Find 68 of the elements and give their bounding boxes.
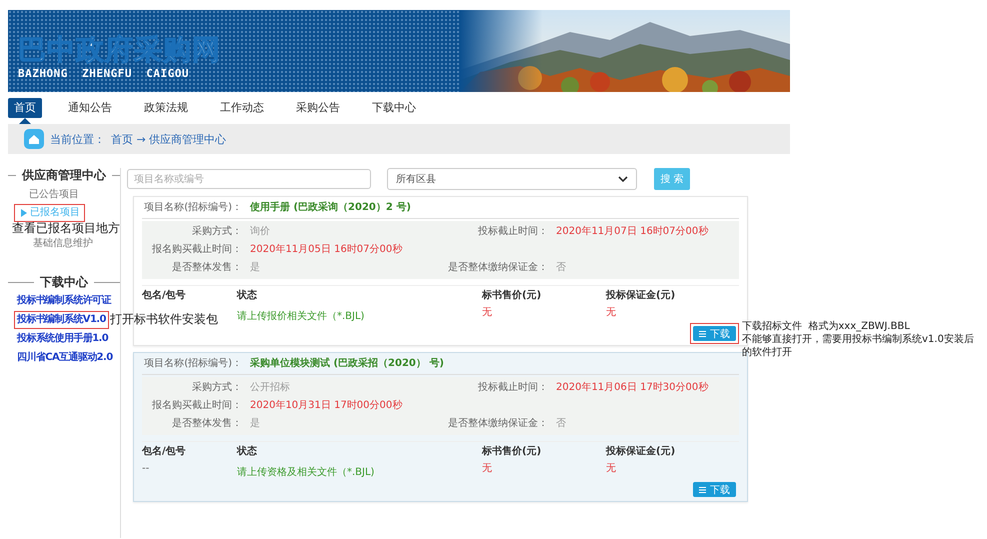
region-dropdown[interactable]: 所有区县	[387, 168, 637, 190]
field-label: 是否整体发售：	[171, 262, 242, 274]
field-value: 2020年11月07日 16时07分00秒	[556, 226, 710, 238]
annotation-text: 查看已报名项目地方	[11, 222, 120, 235]
field-value: 否	[556, 262, 567, 274]
project-name[interactable]: 采购单位模块测试 (巴政采招（2020） 号)	[250, 358, 739, 370]
field-value: 询价	[250, 226, 271, 238]
annotation-text: 下载招标文件 格式为xxx_ZBWJ.BBL	[742, 320, 911, 333]
field-label: 投标截止时间：	[477, 382, 548, 394]
field-value: 2020年11月05日 16时07分00秒	[250, 244, 404, 256]
field-label: 采购方式：	[191, 226, 242, 238]
chevron-down-icon	[618, 176, 628, 182]
sidebar-item[interactable]: 基础信息维护	[8, 235, 98, 253]
section-title: 下载中心	[40, 275, 88, 289]
field-label: 是否整体缴纳保证金：	[447, 418, 548, 430]
column-header: 包名/包号	[142, 290, 187, 302]
status-text: 请上传报价相关文件（*.BJL)	[237, 310, 366, 323]
location-label: 当前位置：	[50, 132, 105, 146]
nav-tab[interactable]: 通知公告	[62, 98, 118, 118]
project-name[interactable]: 使用手册 (巴政采询（2020）2 号)	[250, 202, 739, 214]
field-label: 报名购买截止时间：	[151, 400, 242, 412]
download-link[interactable]: 投标系统使用手册1.0	[14, 330, 112, 348]
nav-tab[interactable]: 政策法规	[138, 98, 194, 118]
field-label: 项目名称(招标编号)：	[143, 358, 242, 370]
home-icon	[24, 129, 44, 149]
column-header: 包名/包号	[142, 446, 187, 458]
field-value: 2020年10月31日 17时00分00秒	[250, 400, 404, 412]
section-title: 供应商管理中心	[22, 168, 106, 182]
field-label: 报名购买截止时间：	[151, 244, 242, 256]
field-label: 采购方式：	[191, 382, 242, 394]
breadcrumb-path[interactable]: 首页 → 供应商管理中心	[111, 132, 226, 146]
site-subtitle: BAZHONG ZHENGFU CAIGOU	[18, 66, 190, 80]
field-value: 否	[556, 418, 567, 430]
list-icon	[699, 486, 706, 492]
field-label: 项目名称(招标编号)：	[143, 202, 242, 214]
field-value: 公开招标	[250, 382, 291, 394]
table-cell-text: 无	[606, 307, 617, 320]
table-cell-text: 无	[482, 307, 493, 320]
table-cell-text: 无	[482, 463, 493, 476]
column-header: 状态	[237, 446, 258, 458]
sidebar-item[interactable]: 已公告项目	[8, 186, 84, 204]
column-header: 标书售价(元)	[482, 446, 542, 458]
field-label: 是否整体缴纳保证金：	[447, 262, 548, 274]
pointer-icon	[19, 118, 31, 124]
field-label: 是否整体发售：	[171, 418, 242, 430]
triangle-icon	[21, 209, 27, 217]
search-field[interactable]: 项目名称或编号	[127, 169, 371, 189]
column-header: 标书售价(元)	[482, 290, 542, 302]
field-value: 2020年11月06日 17时30分00秒	[556, 382, 710, 394]
annotation-text: 不能够直接打开，需要用投标书编制系统v1.0安装后的软件打开	[742, 333, 975, 359]
annotation-text: 打开标书软件安装包	[110, 312, 218, 326]
nav-tab[interactable]: 下载中心	[366, 98, 422, 118]
download-link[interactable]: 投标书编制系统V1.0	[14, 311, 109, 329]
download-link[interactable]: 四川省CA互通驱动2.0	[14, 349, 116, 367]
column-header: 投标保证金(元)	[606, 446, 676, 458]
field-label: 投标截止时间：	[477, 226, 548, 238]
field-value: 是	[250, 418, 261, 430]
table-cell-text: --	[142, 463, 150, 476]
download-link[interactable]: 投标书编制系统许可证	[14, 292, 114, 310]
status-text: 请上传资格及相关文件（*.BJL)	[237, 466, 376, 479]
table-cell-text: 无	[606, 463, 617, 476]
column-header: 状态	[237, 290, 258, 302]
field-value: 是	[250, 262, 261, 274]
list-icon	[699, 330, 706, 336]
nav-tab[interactable]: 工作动态	[214, 98, 270, 118]
column-header: 投标保证金(元)	[606, 290, 676, 302]
nav-tab[interactable]: 采购公告	[290, 98, 346, 118]
site-title: 巴中政府采购网	[18, 32, 221, 66]
